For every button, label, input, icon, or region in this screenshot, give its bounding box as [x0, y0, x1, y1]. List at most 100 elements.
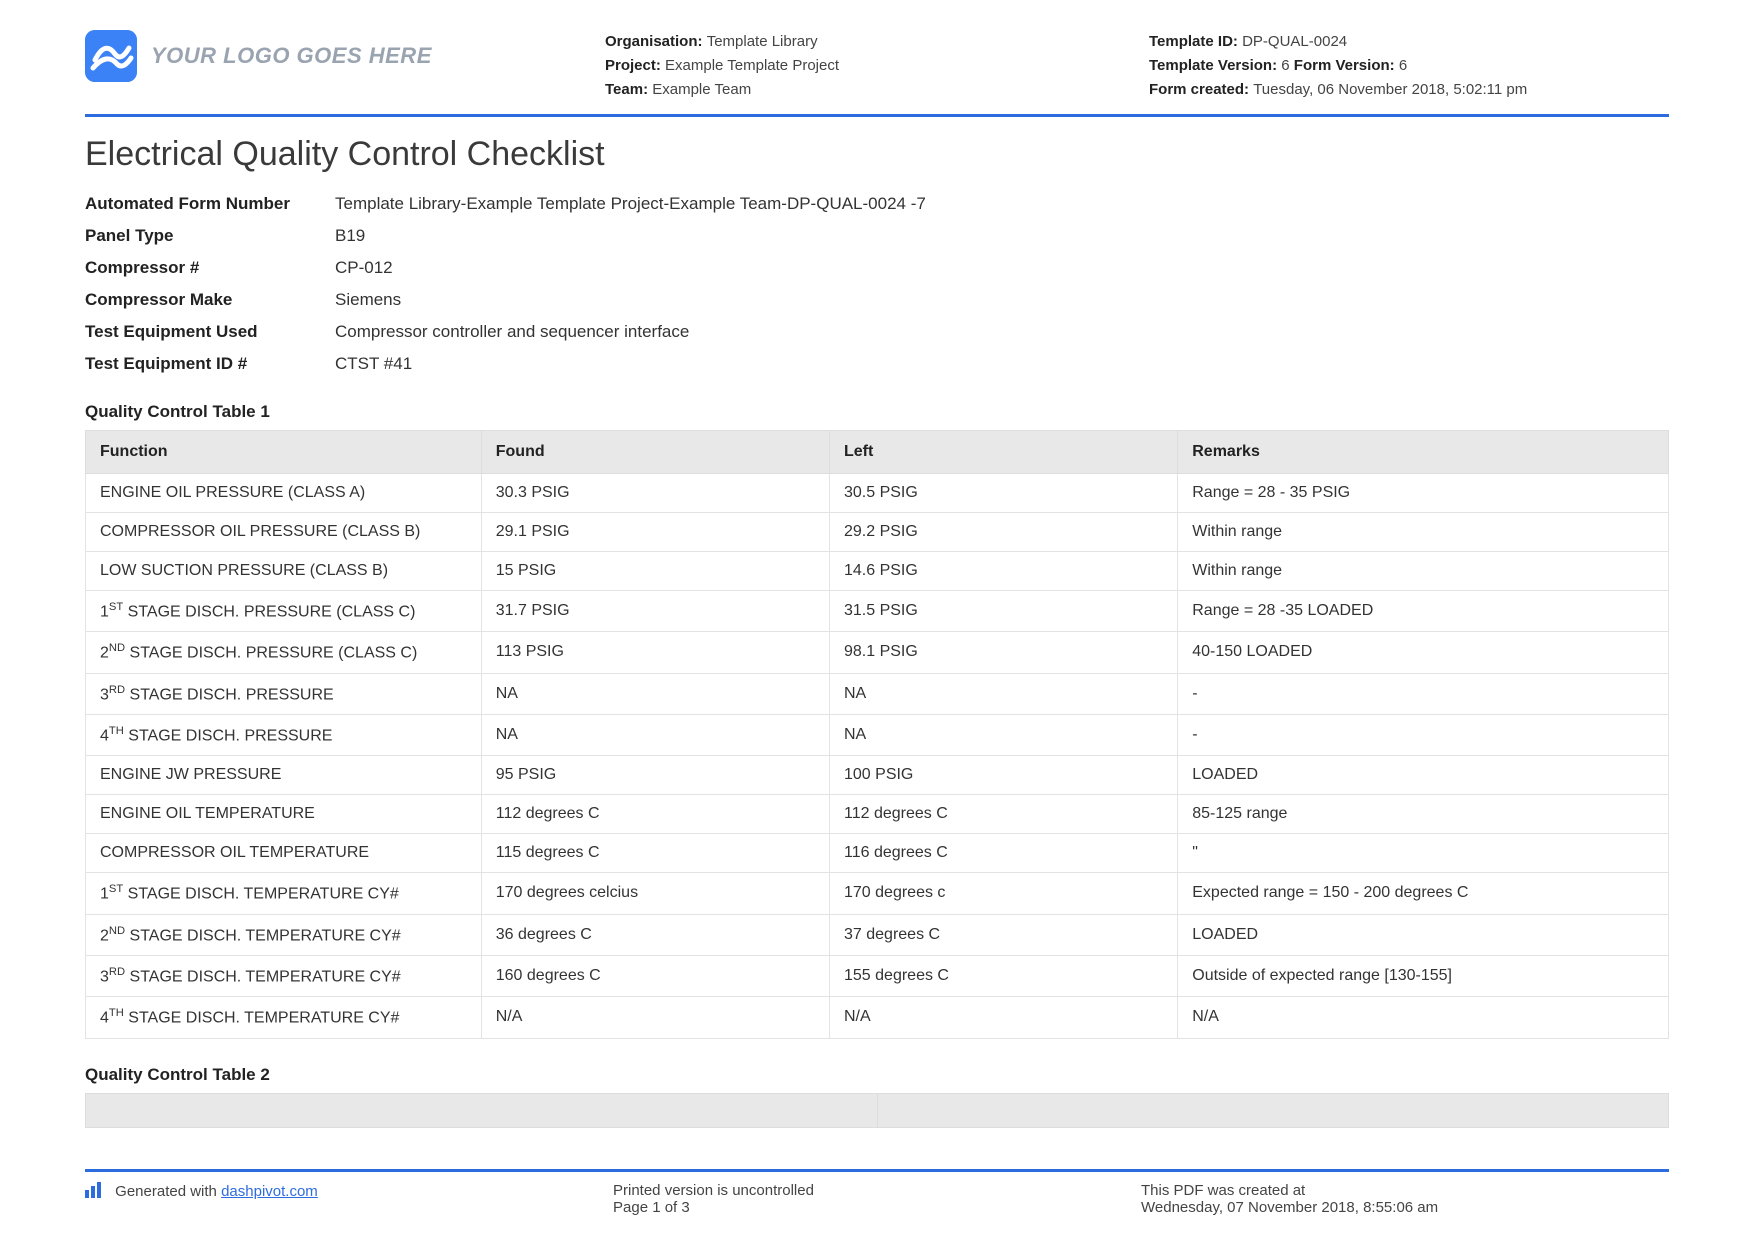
table-row: COMPRESSOR OIL PRESSURE (CLASS B)29.1 PS…: [86, 513, 1669, 552]
cell-remarks: LOADED: [1178, 914, 1669, 955]
cell-left: 14.6 PSIG: [830, 552, 1178, 591]
cell-found: 29.1 PSIG: [481, 513, 829, 552]
cell-remarks: -: [1178, 714, 1669, 755]
project-value: Example Template Project: [665, 57, 839, 74]
cell-remarks: N/A: [1178, 997, 1669, 1038]
template-id-value: DP-QUAL-0024: [1242, 33, 1347, 50]
cell-found: 160 degrees C: [481, 955, 829, 996]
footer-right: This PDF was created at Wednesday, 07 No…: [1141, 1182, 1669, 1216]
qc-table-2: [85, 1093, 1669, 1128]
qc-table-1-heading: Quality Control Table 1: [85, 402, 1669, 422]
cell-found: 95 PSIG: [481, 756, 829, 795]
cell-function: 2ND STAGE DISCH. TEMPERATURE CY#: [86, 914, 482, 955]
table-row: ENGINE OIL PRESSURE (CLASS A)30.3 PSIG30…: [86, 474, 1669, 513]
cell-remarks: Range = 28 - 35 PSIG: [1178, 474, 1669, 513]
qc-table-2-header-row: [86, 1093, 1669, 1127]
template-id-label: Template ID:: [1149, 33, 1238, 50]
cell-found: NA: [481, 714, 829, 755]
cell-found: 112 degrees C: [481, 795, 829, 834]
meta-row: Test Equipment UsedCompressor controller…: [85, 316, 1669, 348]
organisation-value: Template Library: [707, 33, 818, 50]
cell-remarks: 85-125 range: [1178, 795, 1669, 834]
cell-found: 113 PSIG: [481, 632, 829, 673]
form-created-label: Form created:: [1149, 81, 1249, 98]
cell-left: 30.5 PSIG: [830, 474, 1178, 513]
qc-table-2-col-2: [877, 1093, 1669, 1127]
cell-function: ENGINE OIL TEMPERATURE: [86, 795, 482, 834]
cell-left: NA: [830, 673, 1178, 714]
table-row: ENGINE OIL TEMPERATURE112 degrees C112 d…: [86, 795, 1669, 834]
qc-table-1: Function Found Left Remarks ENGINE OIL P…: [85, 430, 1669, 1039]
logo-placeholder-text: YOUR LOGO GOES HERE: [151, 43, 432, 69]
cell-function: COMPRESSOR OIL TEMPERATURE: [86, 834, 482, 873]
cell-found: 31.7 PSIG: [481, 591, 829, 632]
cell-remarks: LOADED: [1178, 756, 1669, 795]
cell-left: N/A: [830, 997, 1178, 1038]
col-function: Function: [86, 431, 482, 474]
cell-remarks: ": [1178, 834, 1669, 873]
form-version-value: 6: [1399, 57, 1407, 74]
cell-left: 155 degrees C: [830, 955, 1178, 996]
cell-left: 116 degrees C: [830, 834, 1178, 873]
footer-uncontrolled: Printed version is uncontrolled: [613, 1182, 1141, 1199]
template-version-value: 6: [1281, 57, 1289, 74]
cell-remarks: Outside of expected range [130-155]: [1178, 955, 1669, 996]
meta-value: Compressor controller and sequencer inte…: [335, 322, 1669, 342]
document-footer: Generated with dashpivot.com Printed ver…: [85, 1169, 1669, 1216]
cell-function: 4TH STAGE DISCH. TEMPERATURE CY#: [86, 997, 482, 1038]
logo-icon: [85, 30, 137, 82]
cell-function: 1ST STAGE DISCH. TEMPERATURE CY#: [86, 873, 482, 914]
document-header: YOUR LOGO GOES HERE Organisation: Templa…: [85, 30, 1669, 117]
cell-function: 2ND STAGE DISCH. PRESSURE (CLASS C): [86, 632, 482, 673]
cell-found: 115 degrees C: [481, 834, 829, 873]
footer-generated-prefix: Generated with: [115, 1183, 221, 1200]
team-value: Example Team: [652, 81, 751, 98]
table-row: LOW SUCTION PRESSURE (CLASS B)15 PSIG14.…: [86, 552, 1669, 591]
meta-label: Panel Type: [85, 226, 335, 246]
footer-page: Page 1 of 3: [613, 1199, 1141, 1216]
cell-function: 3RD STAGE DISCH. PRESSURE: [86, 673, 482, 714]
table-row: 3RD STAGE DISCH. TEMPERATURE CY#160 degr…: [86, 955, 1669, 996]
cell-left: 100 PSIG: [830, 756, 1178, 795]
cell-found: 170 degrees celcius: [481, 873, 829, 914]
cell-remarks: 40-150 LOADED: [1178, 632, 1669, 673]
cell-remarks: -: [1178, 673, 1669, 714]
meta-row: Panel TypeB19: [85, 220, 1669, 252]
cell-found: N/A: [481, 997, 829, 1038]
qc-table-2-heading: Quality Control Table 2: [85, 1065, 1669, 1085]
col-left: Left: [830, 431, 1178, 474]
cell-left: NA: [830, 714, 1178, 755]
form-meta-table: Automated Form NumberTemplate Library-Ex…: [85, 188, 1669, 380]
table-row: ENGINE JW PRESSURE95 PSIG100 PSIGLOADED: [86, 756, 1669, 795]
meta-value: CP-012: [335, 258, 1669, 278]
meta-label: Compressor Make: [85, 290, 335, 310]
table-row: 2ND STAGE DISCH. PRESSURE (CLASS C)113 P…: [86, 632, 1669, 673]
col-found: Found: [481, 431, 829, 474]
meta-value: Template Library-Example Template Projec…: [335, 194, 1669, 214]
table-row: 1ST STAGE DISCH. TEMPERATURE CY#170 degr…: [86, 873, 1669, 914]
cell-remarks: Expected range = 150 - 200 degrees C: [1178, 873, 1669, 914]
meta-value: B19: [335, 226, 1669, 246]
meta-row: Automated Form NumberTemplate Library-Ex…: [85, 188, 1669, 220]
cell-found: 15 PSIG: [481, 552, 829, 591]
meta-label: Test Equipment Used: [85, 322, 335, 342]
meta-row: Compressor #CP-012: [85, 252, 1669, 284]
cell-function: COMPRESSOR OIL PRESSURE (CLASS B): [86, 513, 482, 552]
cell-left: 112 degrees C: [830, 795, 1178, 834]
footer-created-value: Wednesday, 07 November 2018, 8:55:06 am: [1141, 1199, 1669, 1216]
col-remarks: Remarks: [1178, 431, 1669, 474]
cell-left: 37 degrees C: [830, 914, 1178, 955]
meta-value: Siemens: [335, 290, 1669, 310]
table-row: 4TH STAGE DISCH. PRESSURENANA-: [86, 714, 1669, 755]
dashpivot-link[interactable]: dashpivot.com: [221, 1183, 318, 1200]
cell-left: 170 degrees c: [830, 873, 1178, 914]
meta-row: Compressor MakeSiemens: [85, 284, 1669, 316]
cell-remarks: Within range: [1178, 552, 1669, 591]
organisation-label: Organisation:: [605, 33, 703, 50]
cell-function: 1ST STAGE DISCH. PRESSURE (CLASS C): [86, 591, 482, 632]
table-row: 3RD STAGE DISCH. PRESSURENANA-: [86, 673, 1669, 714]
project-label: Project:: [605, 57, 661, 74]
team-label: Team:: [605, 81, 648, 98]
header-meta-right: Template ID: DP-QUAL-0024 Template Versi…: [1149, 30, 1669, 102]
cell-function: 4TH STAGE DISCH. PRESSURE: [86, 714, 482, 755]
